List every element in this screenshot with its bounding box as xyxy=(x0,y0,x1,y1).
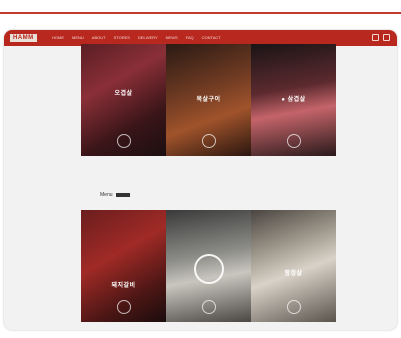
search-icon[interactable] xyxy=(372,34,379,41)
menu-panel-1[interactable]: 오겹살 xyxy=(81,44,166,156)
panel-more-icon[interactable] xyxy=(286,300,301,314)
panel-title: ● 삼겹살 xyxy=(281,97,306,103)
nav-item[interactable]: MENU xyxy=(72,35,84,41)
menu-icon[interactable] xyxy=(383,34,390,41)
menu-panel-5[interactable] xyxy=(166,210,251,322)
nav-item[interactable]: CONTACT xyxy=(202,35,221,41)
panel-title: 오겹살 xyxy=(114,91,133,97)
top-accent-line xyxy=(0,12,401,14)
panel-more-icon[interactable] xyxy=(116,134,131,148)
nav-icons xyxy=(372,34,390,41)
section-heading: Menu xyxy=(100,192,130,198)
panel-more-icon[interactable] xyxy=(201,134,216,148)
nav-item[interactable]: HOME xyxy=(52,35,64,41)
nav-item[interactable]: NEWS xyxy=(166,35,178,41)
nav-item[interactable]: ABOUT xyxy=(92,35,106,41)
panel-more-icon[interactable] xyxy=(116,300,131,314)
menu-panel-2[interactable]: 목살구이 xyxy=(166,44,251,156)
nav-item[interactable]: STORES xyxy=(114,35,130,41)
menu-panel-3[interactable]: ● 삼겹살 xyxy=(251,44,336,156)
panel-more-icon[interactable] xyxy=(286,134,301,148)
divider xyxy=(115,193,130,197)
nav-item[interactable]: FAQ xyxy=(186,35,194,41)
ring-icon xyxy=(193,254,224,284)
panel-title: 돼지갈비 xyxy=(111,283,136,289)
section-title: Menu xyxy=(100,192,113,198)
menu-panel-6[interactable]: 항정살 xyxy=(251,210,336,322)
menu-panel-4[interactable]: 돼지갈비 xyxy=(81,210,166,322)
panel-title: 항정살 xyxy=(284,271,303,277)
panel-title: 목살구이 xyxy=(196,97,221,103)
panel-more-icon[interactable] xyxy=(201,300,216,314)
nav-item[interactable]: DELIVERY xyxy=(138,35,158,41)
browser-viewport: HAMM HOME MENU ABOUT STORES DELIVERY NEW… xyxy=(4,30,397,330)
nav-menu: HOME MENU ABOUT STORES DELIVERY NEWS FAQ… xyxy=(52,35,221,41)
brand-logo[interactable]: HAMM xyxy=(10,34,37,42)
hero-banner-top: 오겹살 목살구이 ● 삼겹살 xyxy=(81,44,336,156)
hero-banner-bottom: 돼지갈비 항정살 xyxy=(81,210,336,322)
